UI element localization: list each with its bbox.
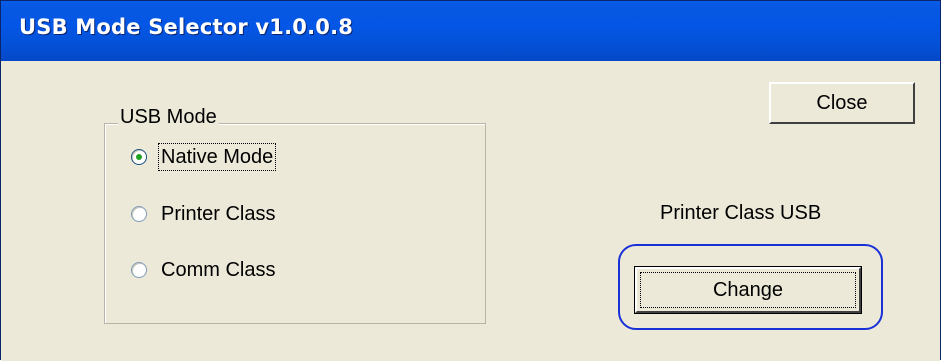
radio-comm-class[interactable]: Comm Class — [131, 256, 277, 284]
radio-button-icon[interactable] — [131, 206, 147, 222]
radio-printer-class[interactable]: Printer Class — [131, 200, 277, 228]
radio-button-selected-icon[interactable] — [131, 149, 147, 165]
change-button-label: Change — [712, 278, 784, 301]
radio-label-printer-class[interactable]: Printer Class — [159, 201, 277, 227]
dialog-body: USB Mode Native Mode Printer Class Comm … — [1, 61, 940, 361]
window-title: USB Mode Selector v1.0.0.8 — [19, 15, 354, 39]
radio-button-icon[interactable] — [131, 262, 147, 278]
current-mode-status: Printer Class USB — [660, 202, 822, 224]
app-window: USB Mode Selector v1.0.0.8 USB Mode Nati… — [0, 0, 941, 361]
close-button[interactable]: Close — [769, 82, 915, 124]
title-bar[interactable]: USB Mode Selector v1.0.0.8 — [1, 1, 940, 61]
change-button[interactable]: Change — [634, 266, 862, 314]
radio-label-native-mode[interactable]: Native Mode — [157, 143, 277, 171]
radio-label-comm-class[interactable]: Comm Class — [159, 257, 277, 283]
radio-native-mode[interactable]: Native Mode — [131, 143, 277, 171]
usb-mode-group-label: USB Mode — [118, 104, 219, 130]
